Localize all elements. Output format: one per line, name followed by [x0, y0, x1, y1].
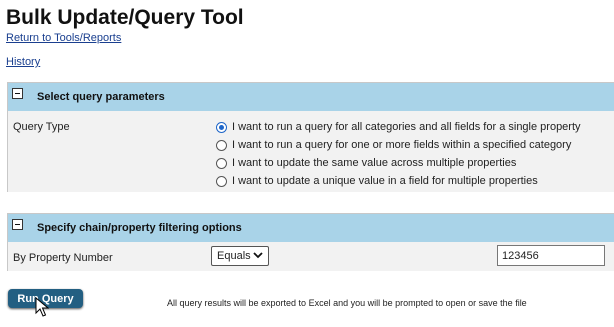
collapse-icon[interactable]	[12, 219, 23, 230]
mouse-cursor-icon	[35, 297, 49, 317]
query-type-label: Query Type	[13, 121, 70, 133]
query-parameters-header: Select query parameters	[8, 83, 614, 111]
export-notice: All query results will be exported to Ex…	[167, 298, 527, 308]
option-label: I want to update the same value across m…	[232, 157, 517, 169]
query-type-option-1[interactable]: I want to run a query for all categories…	[216, 121, 581, 133]
query-parameters-title: Select query parameters	[37, 91, 165, 103]
filtering-options-title: Specify chain/property filtering options	[37, 222, 242, 234]
query-type-option-2[interactable]: I want to run a query for one or more fi…	[216, 139, 571, 151]
page-title: Bulk Update/Query Tool	[6, 6, 244, 29]
option-label: I want to run a query for one or more fi…	[232, 139, 572, 151]
chevron-down-icon	[253, 250, 263, 263]
option-label: I want to run a query for all categories…	[232, 121, 581, 133]
return-to-tools-link[interactable]: Return to Tools/Reports	[6, 32, 121, 44]
history-link[interactable]: History	[6, 56, 40, 68]
option-label: I want to update a unique value in a fie…	[232, 175, 538, 187]
filtering-options-panel: Specify chain/property filtering options…	[7, 213, 614, 271]
radio-checked-icon[interactable]	[216, 121, 227, 133]
operator-select[interactable]: Equals	[211, 246, 269, 266]
radio-icon[interactable]	[216, 157, 227, 169]
query-type-option-3[interactable]: I want to update the same value across m…	[216, 157, 516, 169]
radio-icon[interactable]	[216, 175, 227, 187]
query-type-option-4[interactable]: I want to update a unique value in a fie…	[216, 175, 538, 187]
operator-value: Equals	[217, 250, 251, 262]
collapse-icon[interactable]	[12, 88, 23, 99]
filtering-options-header: Specify chain/property filtering options	[8, 214, 614, 242]
query-parameters-panel: Select query parameters Query Type I wan…	[7, 82, 614, 192]
property-number-input[interactable]: 123456	[497, 245, 605, 266]
radio-icon[interactable]	[216, 139, 227, 151]
property-number-label: By Property Number	[13, 252, 113, 264]
